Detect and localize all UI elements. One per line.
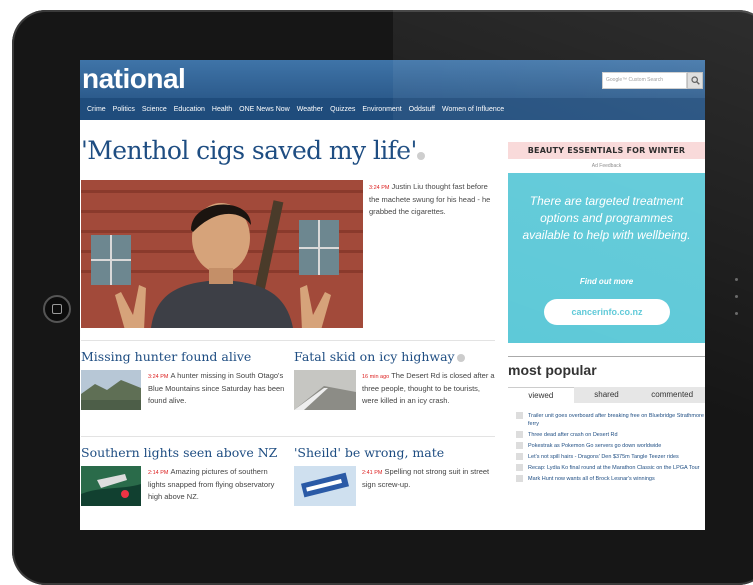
home-button[interactable] <box>43 295 71 323</box>
search-button[interactable] <box>687 72 703 89</box>
lead-photo[interactable] <box>81 180 363 328</box>
thumbnail-icon <box>516 412 523 419</box>
story-summary: 16 min ago The Desert Rd is closed after … <box>362 371 495 405</box>
lead-time: 3:24 PM <box>369 185 390 191</box>
most-popular-title: most popular <box>508 362 597 378</box>
tab-commented[interactable]: commented <box>639 387 705 403</box>
list-item[interactable]: Three dead after crash on Desert Rd <box>508 431 705 439</box>
thumbnail-icon <box>516 442 523 449</box>
site-brand[interactable]: national <box>82 63 186 95</box>
search-input[interactable]: Google™ Custom Search <box>602 72 687 89</box>
ad-button[interactable]: cancerinfo.co.nz <box>544 299 670 325</box>
thumbnail-icon <box>516 453 523 460</box>
ad-heading: BEAUTY ESSENTIALS FOR WINTER <box>508 142 705 159</box>
nav-item-science[interactable]: Science <box>142 106 167 113</box>
list-item[interactable]: Let's not spill hairs - Dragons' Den $37… <box>508 453 705 461</box>
story-title[interactable]: Missing hunter found alive <box>81 349 251 364</box>
list-item[interactable]: Recap: Lydia Ko final round at the Marat… <box>508 464 705 472</box>
lead-headline[interactable]: 'Menthol cigs saved my life' <box>81 136 417 165</box>
most-popular-list: Trailer unit goes overboard after breaki… <box>508 412 705 486</box>
nav-item-one-news-now[interactable]: ONE News Now <box>239 106 290 113</box>
ad-feedback-link[interactable]: Ad Feedback <box>508 163 705 169</box>
search-icon <box>691 76 700 85</box>
story-thumb[interactable] <box>294 370 356 410</box>
story-summary: 2:14 PM Amazing pictures of southern ligh… <box>148 467 275 501</box>
camera-dots <box>735 278 739 329</box>
nav-item-women-of-influence[interactable]: Women of Influence <box>442 106 504 113</box>
most-popular-tabs: viewed shared commented <box>508 387 705 403</box>
main-nav: Crime Politics Science Education Health … <box>80 98 705 120</box>
video-icon <box>457 354 465 362</box>
tab-shared[interactable]: shared <box>573 387 640 403</box>
story-title[interactable]: 'Sheild' be wrong, mate <box>294 445 444 460</box>
video-icon <box>417 152 425 160</box>
nav-item-crime[interactable]: Crime <box>87 106 106 113</box>
divider <box>508 356 705 357</box>
list-item[interactable]: Pokestrak as Pokemon Go servers go down … <box>508 442 705 450</box>
nav-item-oddstuff[interactable]: Oddstuff <box>409 106 435 113</box>
story-summary: 2:41 PM Spelling not strong suit in stree… <box>362 467 490 489</box>
nav-item-quizzes[interactable]: Quizzes <box>330 106 355 113</box>
thumbnail-icon <box>516 431 523 438</box>
story-thumb[interactable] <box>81 370 141 410</box>
nav-item-health[interactable]: Health <box>212 106 232 113</box>
masthead: national Google™ Custom Search <box>80 60 705 98</box>
tab-viewed[interactable]: viewed <box>508 387 574 403</box>
ad-banner[interactable]: There are targeted treatment options and… <box>508 173 705 343</box>
list-item[interactable]: Trailer unit goes overboard after breaki… <box>508 412 705 428</box>
nav-item-environment[interactable]: Environment <box>362 106 401 113</box>
divider <box>81 340 495 341</box>
ad-find-out-more[interactable]: Find out more <box>508 277 705 286</box>
story-thumb[interactable] <box>294 466 356 506</box>
divider <box>81 436 495 437</box>
nav-item-education[interactable]: Education <box>174 106 205 113</box>
nav-item-politics[interactable]: Politics <box>113 106 135 113</box>
list-item[interactable]: Mark Hunt now wants all of Brock Lesnar'… <box>508 475 705 483</box>
story-thumb[interactable] <box>81 466 141 506</box>
browser-screen: national Google™ Custom Search Crime Pol… <box>80 60 705 530</box>
story-title[interactable]: Fatal skid on icy highway <box>294 349 455 364</box>
story-title[interactable]: Southern lights seen above NZ <box>81 445 277 460</box>
ad-message: There are targeted treatment options and… <box>522 194 691 242</box>
lead-summary: 3:24 PM Justin Liu thought fast before th… <box>369 182 491 216</box>
thumbnail-icon <box>516 475 523 482</box>
thumbnail-icon <box>516 464 523 471</box>
nav-item-weather[interactable]: Weather <box>297 106 323 113</box>
story-summary: 3:24 PM A hunter missing in South Otago's… <box>148 371 285 405</box>
